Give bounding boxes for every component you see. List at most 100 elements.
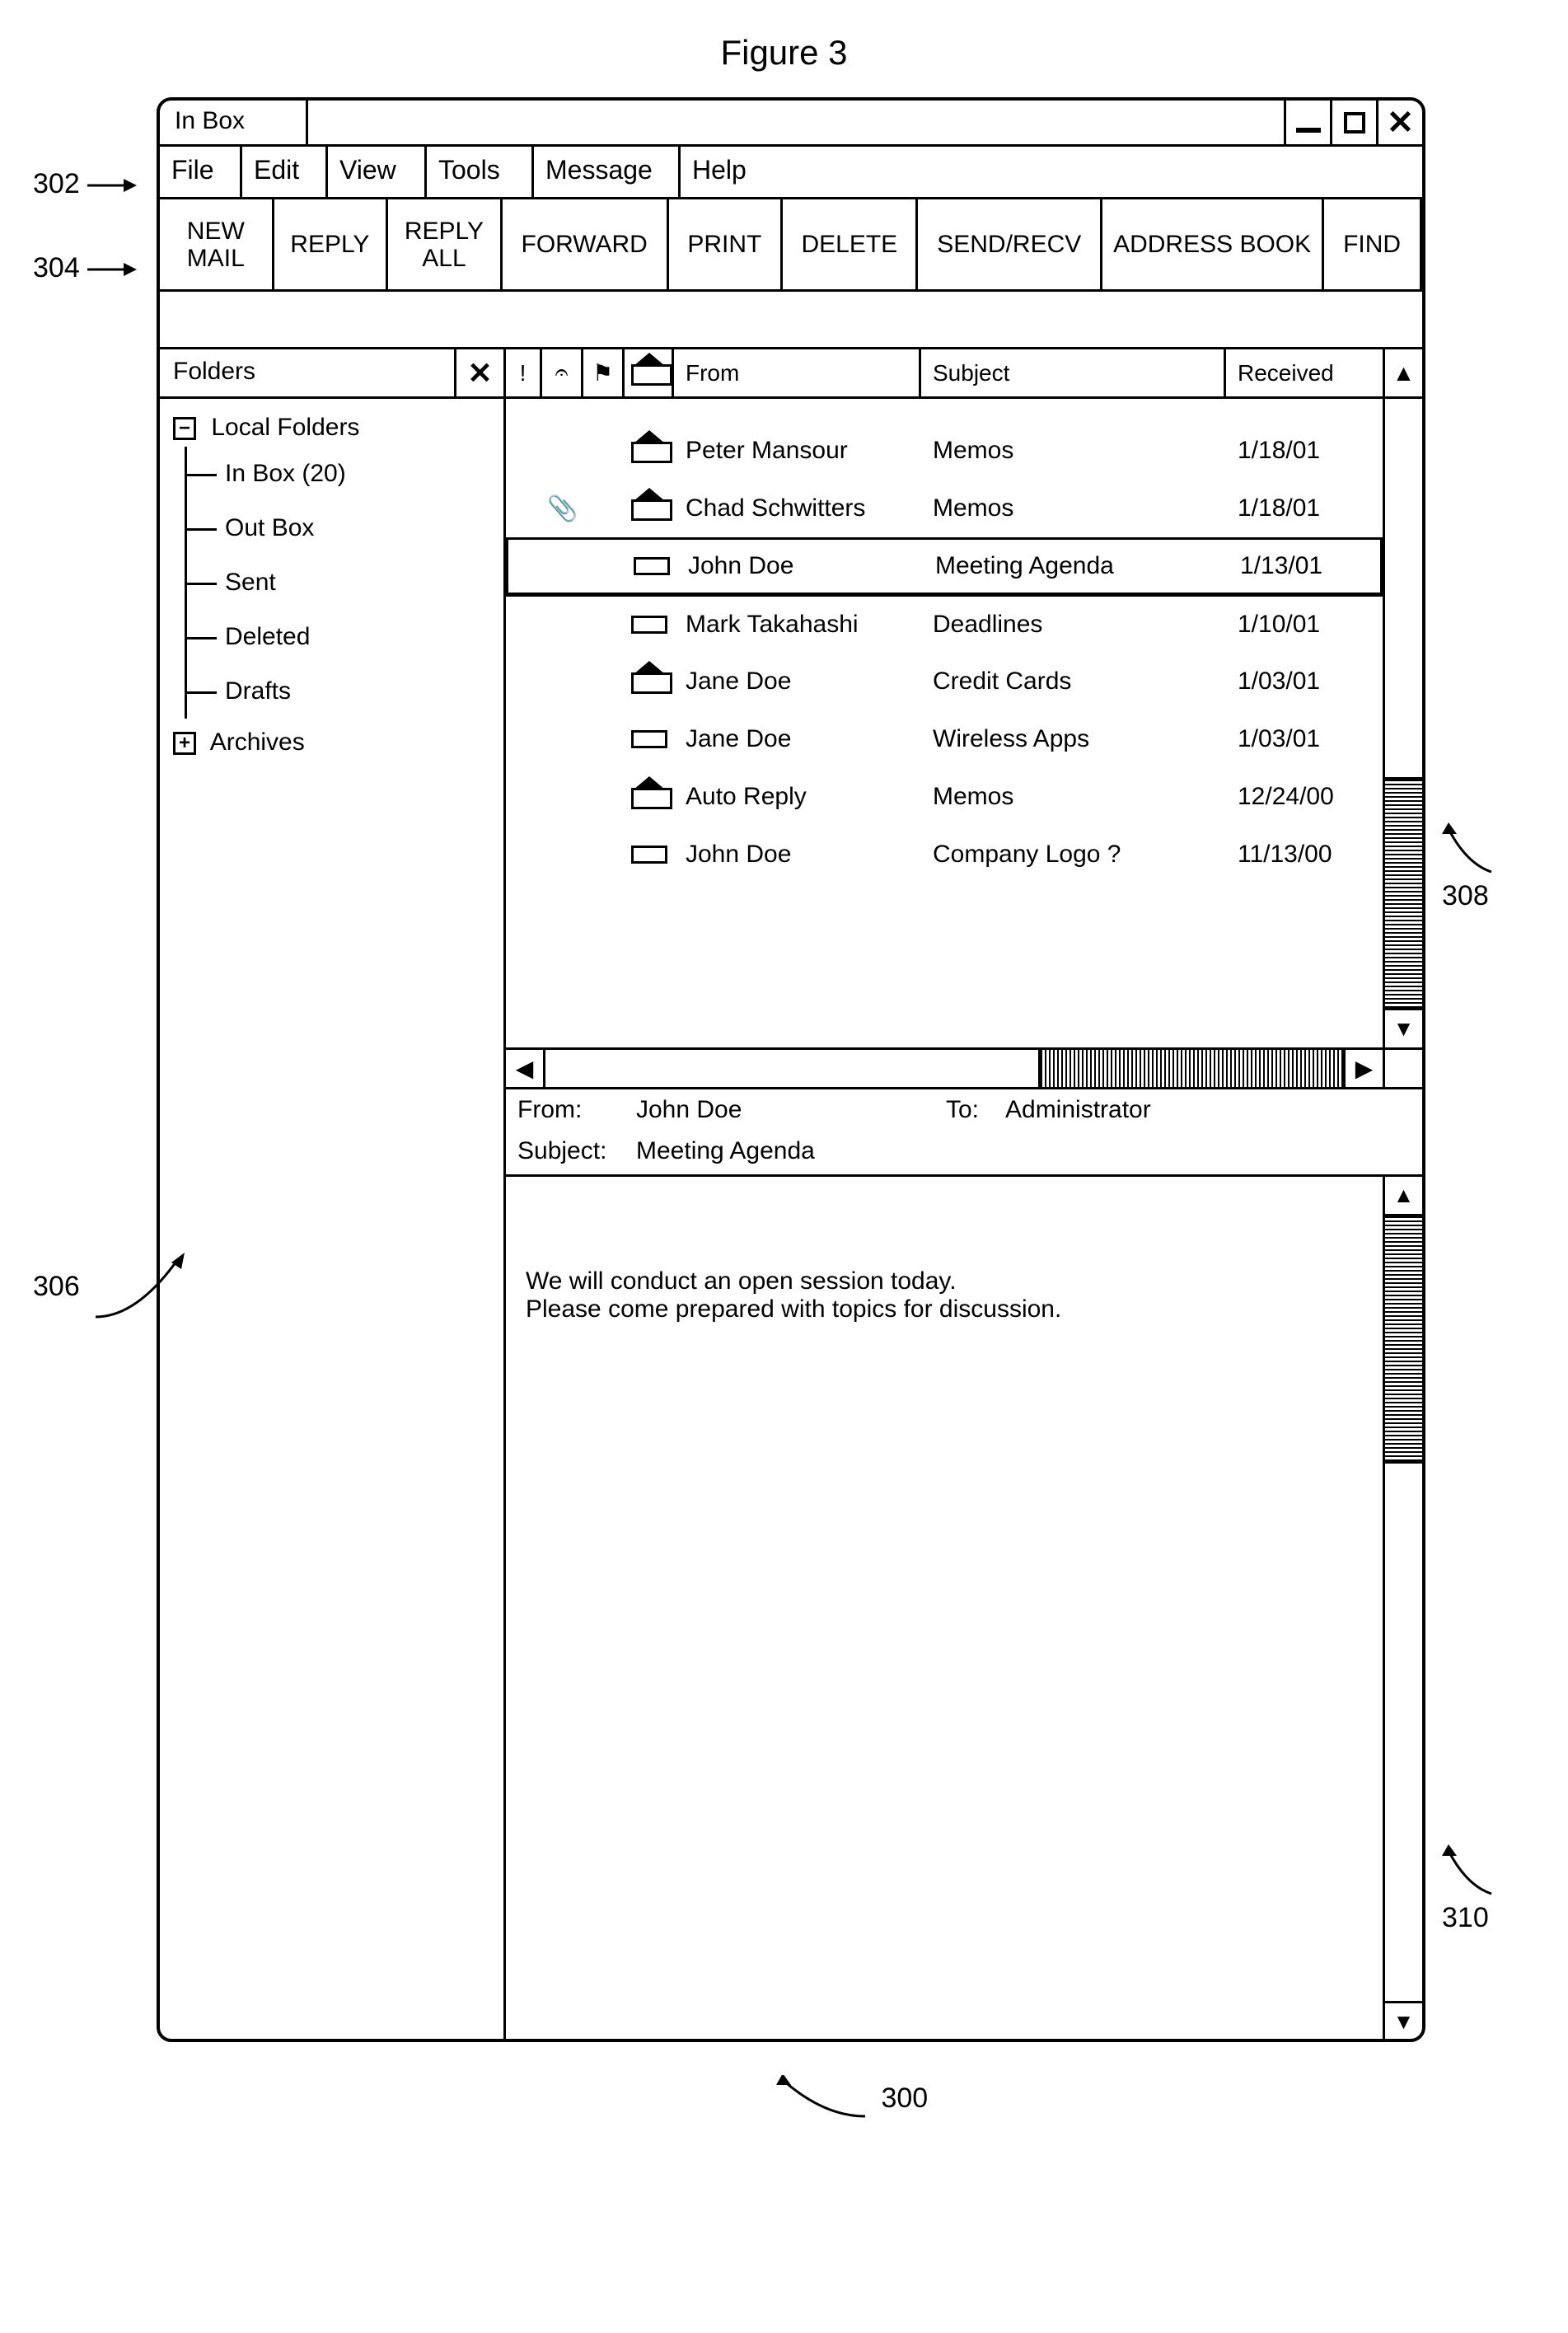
- cell-received: 12/24/00: [1226, 768, 1383, 826]
- cell-received: 11/13/00: [1226, 826, 1383, 883]
- archives-node[interactable]: + Archives: [173, 728, 490, 757]
- cell-attachment: [542, 422, 583, 480]
- message-row[interactable]: 📎Chad SchwittersMemos1/18/01: [506, 480, 1383, 537]
- cell-received: 1/03/01: [1226, 653, 1383, 710]
- sendrecv-button[interactable]: SEND/RECV: [918, 199, 1102, 289]
- cell-flag: [583, 597, 625, 653]
- list-vscroll-up[interactable]: ▲: [1383, 349, 1422, 396]
- envelope-closed-icon: [631, 730, 667, 748]
- col-envelope[interactable]: [625, 349, 674, 396]
- cell-subject: Meeting Agenda: [924, 540, 1229, 593]
- preview-vscroll-down[interactable]: ▼: [1385, 2001, 1422, 2040]
- addressbook-button[interactable]: ADDRESS BOOK: [1102, 199, 1324, 289]
- envelope-open-icon: [631, 669, 667, 694]
- envelope-open-icon: [631, 785, 667, 809]
- folder-tree: − Local Folders In Box (20) Out Box Sent…: [160, 399, 503, 778]
- list-hscroll-track[interactable]: [545, 1050, 1343, 1087]
- cell-importance: [506, 480, 542, 537]
- list-vscroll[interactable]: ▼: [1383, 399, 1422, 1047]
- cell-received: 1/10/01: [1226, 597, 1383, 653]
- cell-from: Jane Doe: [674, 653, 921, 710]
- preview-vscroll-up[interactable]: ▲: [1385, 1177, 1422, 1216]
- message-row[interactable]: Peter MansourMemos1/18/01: [506, 422, 1383, 480]
- collapse-icon[interactable]: −: [173, 417, 196, 440]
- message-row[interactable]: John DoeCompany Logo ?11/13/00: [506, 826, 1383, 883]
- col-received[interactable]: Received: [1226, 349, 1383, 396]
- cell-received: 1/18/01: [1226, 422, 1383, 480]
- preview-header: From: John Doe Subject: Meeting Agenda T…: [506, 1089, 1422, 1177]
- window-title: In Box: [160, 101, 308, 144]
- preview-vscroll-track[interactable]: [1385, 1216, 1422, 2001]
- cell-subject: Company Logo ?: [921, 826, 1226, 883]
- list-hscroll[interactable]: ◀ ▶: [506, 1050, 1422, 1089]
- folder-pane-close[interactable]: ✕: [454, 349, 503, 396]
- cell-envelope: [625, 768, 674, 826]
- print-button[interactable]: PRINT: [669, 199, 784, 289]
- newmail-button[interactable]: NEW MAIL: [160, 199, 274, 289]
- list-hscroll-right[interactable]: ▶: [1343, 1050, 1383, 1087]
- delete-button[interactable]: DELETE: [783, 199, 918, 289]
- col-from[interactable]: From: [674, 349, 921, 396]
- callout-310: 310: [1442, 1844, 1500, 1934]
- right-pane: ! 𝄐 ⚑ From Subject Received ▲ Peter Mans…: [506, 349, 1422, 2040]
- menu-view[interactable]: View: [328, 147, 427, 197]
- list-vscroll-down[interactable]: ▼: [1385, 1008, 1422, 1047]
- message-list: Peter MansourMemos1/18/01📎Chad Schwitter…: [506, 399, 1383, 1047]
- folder-sent[interactable]: Sent: [187, 555, 490, 610]
- menu-tools[interactable]: Tools: [427, 147, 534, 197]
- cell-attachment: [542, 653, 583, 710]
- message-row[interactable]: Jane DoeWireless Apps1/03/01: [506, 710, 1383, 768]
- expand-icon[interactable]: +: [173, 732, 196, 755]
- cell-importance: [506, 710, 542, 768]
- folder-drafts[interactable]: Drafts: [187, 664, 490, 719]
- preview-vscroll-thumb[interactable]: [1385, 1216, 1422, 1464]
- cell-from: Chad Schwitters: [674, 480, 921, 537]
- local-folders-node[interactable]: − Local Folders In Box (20) Out Box Sent…: [173, 414, 490, 719]
- menu-message[interactable]: Message: [534, 147, 681, 197]
- preview-vscroll[interactable]: ▲ ▼: [1383, 1177, 1422, 2040]
- folders-label: Folders: [160, 349, 454, 396]
- col-importance[interactable]: !: [506, 349, 542, 396]
- paperclip-icon: 𝄐: [555, 359, 569, 386]
- menu-edit[interactable]: Edit: [242, 147, 328, 197]
- menu-file[interactable]: File: [160, 147, 242, 197]
- envelope-closed-icon: [631, 846, 667, 864]
- find-button[interactable]: FIND: [1324, 199, 1422, 289]
- cell-importance: [506, 422, 542, 480]
- list-hscroll-thumb[interactable]: [1038, 1050, 1343, 1087]
- list-hscroll-left[interactable]: ◀: [506, 1050, 545, 1087]
- cell-subject: Memos: [921, 768, 1226, 826]
- list-vscroll-thumb[interactable]: [1385, 777, 1422, 1008]
- menubar: File Edit View Tools Message Help: [160, 147, 1422, 199]
- cell-received: 1/13/01: [1229, 540, 1380, 593]
- cell-envelope: [625, 826, 674, 883]
- close-button[interactable]: ✕: [1376, 101, 1422, 144]
- minimize-button[interactable]: [1284, 101, 1330, 144]
- forward-button[interactable]: FORWARD: [503, 199, 669, 289]
- list-vscroll-track[interactable]: [1385, 399, 1422, 1008]
- cell-from: Jane Doe: [674, 710, 921, 768]
- folder-inbox[interactable]: In Box (20): [187, 447, 490, 501]
- cell-envelope: [625, 653, 674, 710]
- replyall-button[interactable]: REPLY ALL: [388, 199, 503, 289]
- message-row[interactable]: Mark TakahashiDeadlines1/10/01: [506, 595, 1383, 653]
- message-row[interactable]: Auto ReplyMemos12/24/00: [506, 768, 1383, 826]
- cell-envelope: [627, 540, 676, 593]
- folder-outbox[interactable]: Out Box: [187, 501, 490, 555]
- envelope-closed-icon: [631, 616, 667, 634]
- maximize-button[interactable]: [1330, 101, 1376, 144]
- col-subject[interactable]: Subject: [921, 349, 1226, 396]
- cell-subject: Memos: [921, 422, 1226, 480]
- callout-306: 306: [33, 1251, 186, 1325]
- cell-subject: Credit Cards: [921, 653, 1226, 710]
- cell-importance: [506, 597, 542, 653]
- col-flag[interactable]: ⚑: [583, 349, 625, 396]
- reply-button[interactable]: REPLY: [274, 199, 389, 289]
- folder-deleted[interactable]: Deleted: [187, 610, 490, 664]
- message-row[interactable]: Jane DoeCredit Cards1/03/01: [506, 653, 1383, 710]
- menu-help[interactable]: Help: [681, 147, 771, 197]
- message-row[interactable]: John DoeMeeting Agenda1/13/01: [506, 537, 1383, 595]
- toolbar-gap: [160, 292, 1422, 349]
- preview-area: We will conduct an open session today. P…: [506, 1177, 1422, 2040]
- col-attachment[interactable]: 𝄐: [542, 349, 583, 396]
